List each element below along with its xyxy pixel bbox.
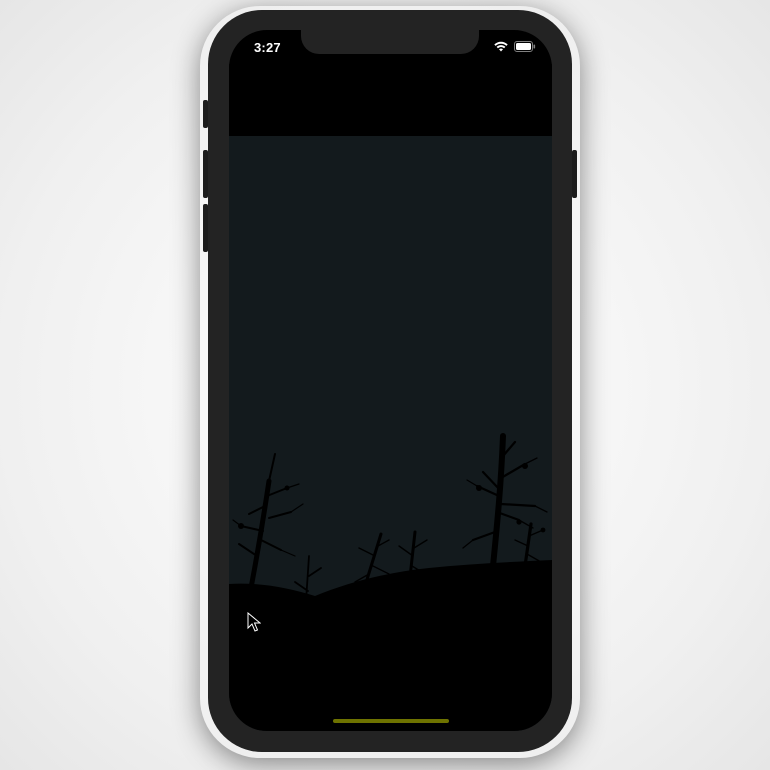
power-button [572, 150, 577, 198]
status-icons [494, 41, 536, 52]
volume-down-button [203, 204, 208, 252]
battery-icon [514, 41, 536, 52]
status-time: 3:27 [254, 40, 281, 55]
stage: 3:27 [0, 0, 770, 770]
mouse-pointer-icon [247, 611, 262, 637]
status-bar: 3:27 [229, 30, 552, 64]
notch [301, 30, 479, 54]
mute-switch [203, 100, 208, 128]
navigation-bar [229, 64, 552, 136]
home-indicator[interactable] [333, 719, 449, 723]
phone-screen: 3:27 [229, 30, 552, 731]
wifi-icon [494, 41, 508, 52]
volume-up-button [203, 150, 208, 198]
forest-silhouette-illustration [229, 136, 552, 731]
